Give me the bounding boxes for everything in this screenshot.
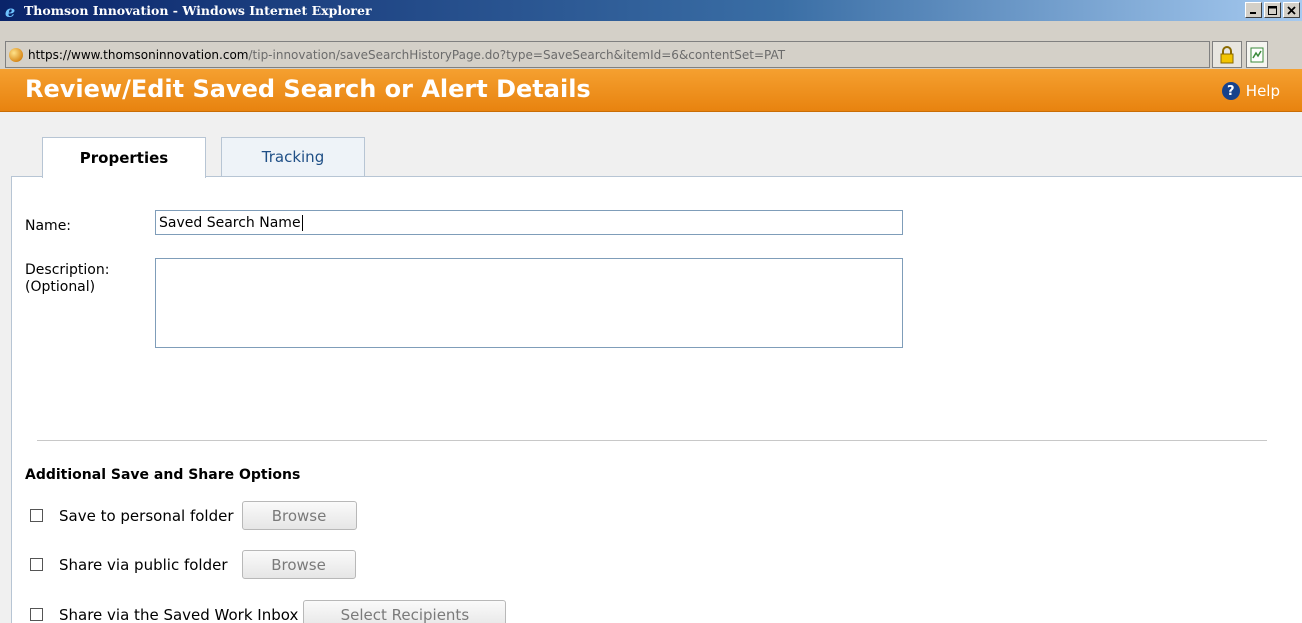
url-scheme: https:// [28, 47, 72, 62]
lock-icon [1220, 45, 1234, 63]
window-title: Thomson Innovation - Windows Internet Ex… [24, 3, 372, 18]
personal-folder-label: Save to personal folder [59, 506, 234, 525]
minimize-icon [1250, 11, 1256, 14]
tab-tracking-label: Tracking [261, 148, 325, 166]
url-path: /tip-innovation/saveSearchHistoryPage.do… [248, 47, 786, 62]
description-label-line2: (Optional) [25, 279, 96, 295]
section-divider [37, 440, 1267, 441]
tab-properties-label: Properties [79, 149, 169, 167]
close-button[interactable] [1283, 2, 1300, 18]
description-textarea[interactable] [155, 258, 903, 348]
saved-work-inbox-label: Share via the Saved Work Inbox [59, 605, 299, 623]
option-row-personal-folder: Save to personal folder Browse [30, 501, 357, 530]
compatibility-button[interactable] [1246, 41, 1268, 68]
page-globe-icon [9, 47, 23, 62]
maximize-button[interactable] [1264, 2, 1281, 18]
svg-text:e: e [5, 3, 15, 19]
tab-tracking[interactable]: Tracking [221, 137, 365, 176]
help-link[interactable]: ? Help [1221, 82, 1280, 100]
url-field[interactable]: https://www.thomsoninnovation.com/tip-in… [5, 41, 1210, 68]
share-options-heading: Additional Save and Share Options [25, 467, 301, 483]
url-host: www.thomsoninnovation.com [71, 47, 249, 62]
compatibility-icon [1250, 47, 1264, 62]
ie-logo-icon: e [3, 2, 21, 20]
option-row-saved-work-inbox: Share via the Saved Work Inbox Select Re… [30, 600, 507, 623]
personal-folder-browse-button[interactable]: Browse [241, 501, 357, 530]
personal-folder-checkbox[interactable] [30, 509, 43, 522]
window-title-bar: e Thomson Innovation - Windows Internet … [0, 0, 1302, 21]
close-icon [1287, 5, 1296, 15]
select-recipients-button[interactable]: Select Recipients [303, 600, 507, 623]
description-label: Description: (Optional) [25, 262, 109, 296]
public-folder-browse-button[interactable]: Browse [241, 550, 356, 579]
text-caret [301, 214, 303, 231]
description-label-line1: Description: [25, 262, 110, 278]
url-text[interactable]: https://www.thomsoninnovation.com/tip-in… [28, 48, 785, 62]
security-lock-button[interactable] [1212, 41, 1242, 68]
saved-work-inbox-checkbox[interactable] [30, 608, 43, 621]
help-label: Help [1245, 82, 1280, 100]
minimize-button[interactable] [1245, 2, 1262, 18]
public-folder-label: Share via public folder [59, 555, 228, 574]
personal-folder-browse-label: Browse [271, 506, 327, 525]
select-recipients-label: Select Recipients [340, 605, 470, 623]
name-input[interactable]: Saved Search Name [155, 210, 903, 235]
page-title: Review/Edit Saved Search or Alert Detail… [25, 75, 591, 103]
maximize-icon [1268, 5, 1277, 15]
name-input-value: Saved Search Name [159, 214, 301, 231]
public-folder-browse-label: Browse [271, 555, 326, 574]
address-bar: https://www.thomsoninnovation.com/tip-in… [0, 21, 1302, 69]
help-icon: ? [1221, 82, 1240, 100]
option-row-public-folder: Share via public folder Browse [30, 550, 356, 579]
tab-properties[interactable]: Properties [42, 137, 206, 178]
name-label: Name: [25, 218, 72, 234]
public-folder-checkbox[interactable] [30, 558, 43, 571]
properties-panel: Name: Saved Search Name Description: (Op… [11, 176, 1302, 623]
main-content: Properties Tracking Name: Saved Search N… [0, 112, 1302, 623]
window-controls [1245, 2, 1300, 18]
page-header: Review/Edit Saved Search or Alert Detail… [0, 69, 1302, 112]
